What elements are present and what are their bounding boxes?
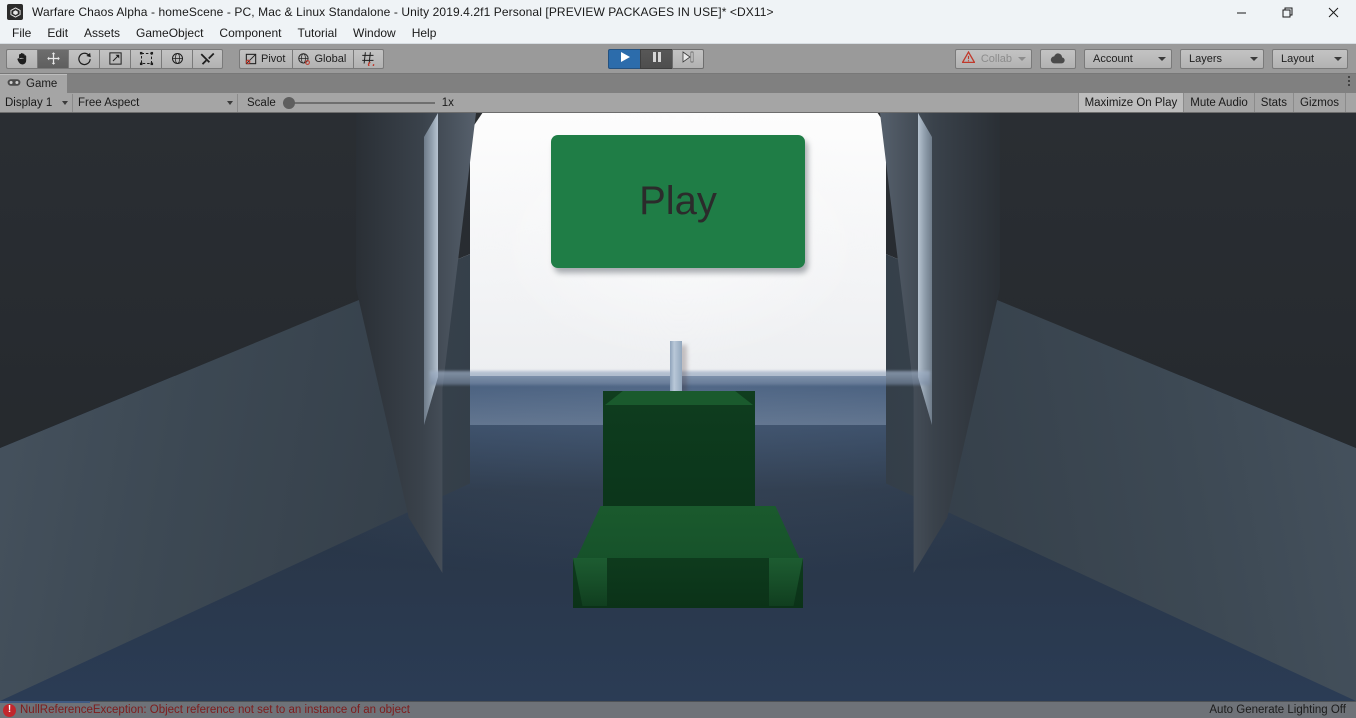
pivot-icon — [244, 52, 258, 66]
tab-game-label: Game — [26, 78, 58, 90]
layers-dropdown[interactable]: Layers — [1180, 49, 1264, 69]
warning-triangle-icon — [961, 50, 976, 67]
lighting-status: Auto Generate Lighting Off — [1209, 704, 1346, 716]
gizmos-button[interactable]: Gizmos — [1293, 93, 1345, 112]
scale-control: Scale 1x — [238, 94, 454, 112]
transform-tool-button[interactable] — [161, 48, 192, 69]
chevron-down-icon — [62, 100, 68, 105]
transform-icon — [170, 51, 185, 66]
menu-item-component[interactable]: Component — [211, 24, 289, 43]
tank-body-front — [573, 558, 803, 608]
gamepad-icon — [7, 78, 21, 90]
globe-icon — [297, 52, 311, 66]
menu-item-assets[interactable]: Assets — [76, 24, 128, 43]
tab-game[interactable]: Game — [0, 74, 68, 93]
move-arrows-icon — [46, 51, 61, 66]
layers-label: Layers — [1189, 53, 1223, 65]
display-value: Display 1 — [5, 96, 53, 109]
scale-slider-knob[interactable] — [282, 96, 295, 109]
rotate-tool-button[interactable] — [68, 48, 99, 69]
step-button[interactable] — [672, 49, 704, 69]
menu-item-file[interactable]: File — [4, 24, 39, 43]
cloud-services-button[interactable] — [1040, 49, 1076, 69]
tank-turret-top — [605, 391, 753, 405]
grid-snap-icon — [361, 51, 376, 66]
collab-button[interactable]: Collab — [954, 49, 1032, 69]
status-bar: ! NullReferenceException: Object referen… — [0, 701, 1356, 718]
game-toolbar-right: Maximize On Play Mute Audio Stats Gizmos — [1077, 93, 1356, 112]
maximize-on-play-button[interactable]: Maximize On Play — [1077, 93, 1184, 112]
gizmos-dropdown-button[interactable] — [1345, 93, 1356, 112]
game-view[interactable]: Play — [0, 113, 1356, 701]
play-icon — [619, 50, 631, 68]
menu-bar: File Edit Assets GameObject Component Tu… — [0, 24, 1356, 44]
close-button[interactable] — [1310, 0, 1356, 24]
hand-tool-button[interactable] — [6, 48, 37, 69]
aspect-value: Free Aspect — [78, 96, 140, 109]
aspect-ratio-dropdown[interactable]: Free Aspect — [73, 93, 238, 112]
menu-item-window[interactable]: Window — [345, 24, 404, 43]
hand-icon — [15, 51, 30, 66]
game-scene-render: Play — [0, 113, 1356, 701]
unity-icon — [7, 4, 23, 20]
scale-label: Scale — [247, 96, 276, 109]
scale-value: 1x — [441, 96, 454, 109]
progress-indicator — [0, 701, 90, 703]
step-icon — [682, 50, 694, 68]
play-button[interactable] — [608, 49, 640, 69]
menu-item-help[interactable]: Help — [404, 24, 445, 43]
panel-tab-strip: Game — [0, 74, 1356, 93]
status-error-message[interactable]: NullReferenceException: Object reference… — [20, 704, 410, 716]
global-button[interactable]: Global — [292, 48, 354, 69]
kebab-menu-icon[interactable] — [1348, 76, 1350, 86]
rotate-icon — [77, 51, 92, 66]
global-label: Global — [314, 52, 347, 65]
cloud-icon — [1050, 52, 1066, 67]
toolbar-right-group: Collab Account Layers Layout — [954, 49, 1348, 69]
grid-snap-button[interactable] — [353, 48, 385, 69]
scale-icon — [108, 51, 123, 66]
layout-dropdown[interactable]: Layout — [1272, 49, 1348, 69]
account-label: Account — [1093, 53, 1133, 65]
restore-button[interactable] — [1264, 0, 1310, 24]
window-title: Warfare Chaos Alpha - homeScene - PC, Ma… — [32, 5, 774, 19]
pause-button[interactable] — [640, 49, 672, 69]
play-button-ingame[interactable]: Play — [551, 135, 805, 268]
chevron-down-icon — [1158, 57, 1166, 61]
main-toolbar: Pivot Global Collab Account Layers Layou… — [0, 44, 1356, 74]
error-icon: ! — [3, 703, 16, 717]
rect-tool-button[interactable] — [130, 48, 161, 69]
scale-tool-button[interactable] — [99, 48, 130, 69]
pivot-button[interactable]: Pivot — [239, 48, 293, 69]
pivot-label: Pivot — [261, 52, 286, 65]
chevron-down-icon — [227, 100, 233, 105]
scale-slider-track — [282, 101, 435, 104]
custom-tool-button[interactable] — [192, 48, 223, 69]
chevron-down-icon — [1250, 57, 1258, 61]
chevron-down-icon — [1334, 57, 1342, 61]
title-bar: Warfare Chaos Alpha - homeScene - PC, Ma… — [0, 0, 1356, 24]
mute-audio-button[interactable]: Mute Audio — [1183, 93, 1254, 112]
account-dropdown[interactable]: Account — [1084, 49, 1172, 69]
layout-label: Layout — [1281, 53, 1315, 65]
game-view-toolbar: Display 1 Free Aspect Scale 1x Maximize … — [0, 93, 1356, 113]
stats-button[interactable]: Stats — [1253, 93, 1294, 112]
tank-body — [573, 506, 803, 566]
display-dropdown[interactable]: Display 1 — [0, 93, 73, 112]
scale-slider[interactable] — [282, 96, 435, 109]
menu-item-tutorial[interactable]: Tutorial — [289, 24, 345, 43]
handle-options-group: Pivot Global — [239, 48, 385, 69]
pause-icon — [651, 50, 663, 68]
transform-tools-group — [6, 48, 223, 69]
move-tool-button[interactable] — [37, 48, 68, 69]
menu-item-gameobject[interactable]: GameObject — [128, 24, 211, 43]
collab-label: Collab — [980, 53, 1012, 65]
window-controls — [1218, 0, 1356, 24]
chevron-down-icon — [1018, 57, 1026, 61]
playback-controls — [608, 49, 704, 69]
rect-transform-icon — [139, 51, 154, 66]
wrench-screwdriver-icon — [200, 51, 215, 66]
minimize-button[interactable] — [1218, 0, 1264, 24]
menu-item-edit[interactable]: Edit — [39, 24, 76, 43]
